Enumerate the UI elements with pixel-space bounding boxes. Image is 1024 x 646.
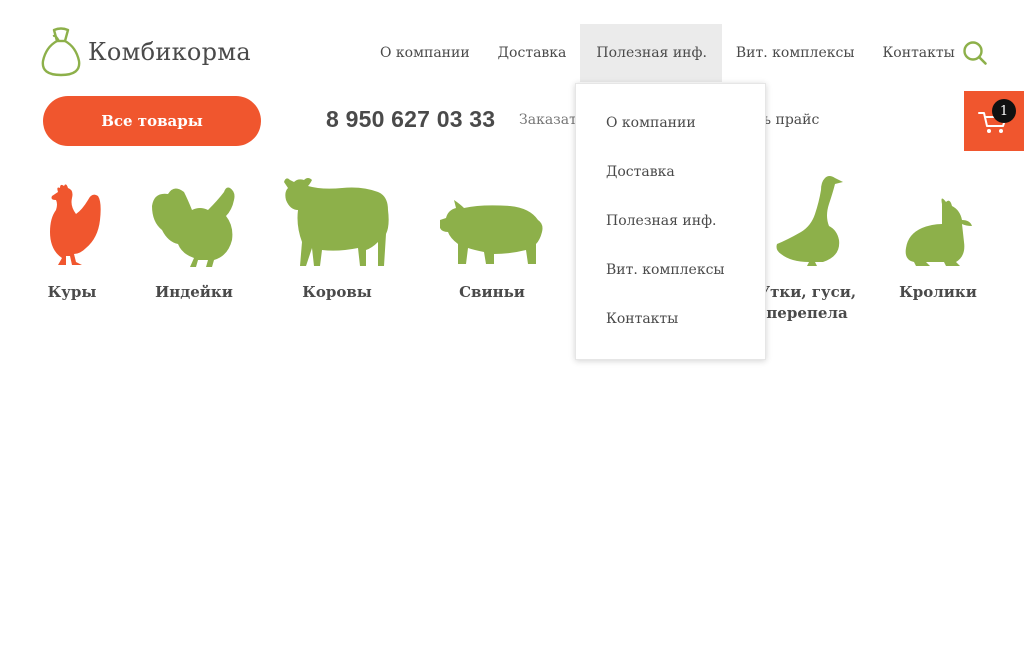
site-logo[interactable]: Комбикорма	[40, 26, 251, 78]
dropdown-item-about[interactable]: О компании	[606, 115, 696, 131]
search-button[interactable]	[962, 40, 988, 66]
category-label-line-1: Утки, гуси,	[757, 283, 857, 301]
pig-icon	[440, 200, 543, 264]
goose-icon	[776, 176, 843, 266]
rabbit-icon	[905, 198, 972, 266]
category-label: Индейки	[155, 283, 233, 301]
cart-button[interactable]: 1	[964, 91, 1024, 151]
main-nav: О компании Доставка Полезная инф. Вит. к…	[366, 24, 969, 82]
category-label: Утки, гуси, перепела	[758, 282, 856, 324]
category-label: Кролики	[899, 283, 977, 301]
category-label-line-2: перепела	[766, 304, 848, 322]
dropdown-item-useful-info[interactable]: Полезная инф.	[606, 213, 716, 229]
useful-info-dropdown: О компании Доставка Полезная инф. Вит. к…	[575, 83, 766, 360]
chicken-icon	[50, 184, 101, 265]
category-list: Куры Индейки Коровы Свиньи Утки, гуси, п…	[0, 170, 1024, 330]
dropdown-item-delivery[interactable]: Доставка	[606, 164, 675, 180]
nav-item-delivery[interactable]: Доставка	[484, 24, 581, 82]
dropdown-item-contacts[interactable]: Контакты	[606, 311, 678, 327]
cart-count-badge: 1	[992, 99, 1016, 123]
sack-icon	[41, 27, 81, 77]
category-label: Свиньи	[459, 283, 525, 301]
category-turkeys[interactable]: Индейки	[148, 170, 240, 301]
cow-icon	[284, 178, 389, 266]
nav-item-vitamins[interactable]: Вит. комплексы	[722, 24, 869, 82]
search-icon	[963, 41, 987, 65]
all-products-button[interactable]: Все товары	[43, 96, 261, 146]
category-rabbits[interactable]: Кролики	[896, 170, 980, 301]
brand-name: Комбикорма	[88, 38, 251, 66]
category-label: Коровы	[302, 283, 372, 301]
turkey-icon	[152, 187, 235, 267]
category-ducks-geese-quails[interactable]: Утки, гуси, перепела	[756, 170, 858, 322]
category-label: Куры	[47, 283, 97, 301]
category-cows[interactable]: Коровы	[282, 170, 392, 301]
phone-number[interactable]: 8 950 627 03 33	[326, 106, 495, 133]
nav-item-contacts[interactable]: Контакты	[868, 24, 968, 82]
category-pigs[interactable]: Свиньи	[438, 170, 546, 301]
category-chickens[interactable]: Куры	[28, 170, 116, 301]
nav-item-useful-info[interactable]: Полезная инф.	[580, 24, 722, 82]
dropdown-item-vitamins[interactable]: Вит. комплексы	[606, 262, 725, 278]
nav-item-about[interactable]: О компании	[366, 24, 484, 82]
